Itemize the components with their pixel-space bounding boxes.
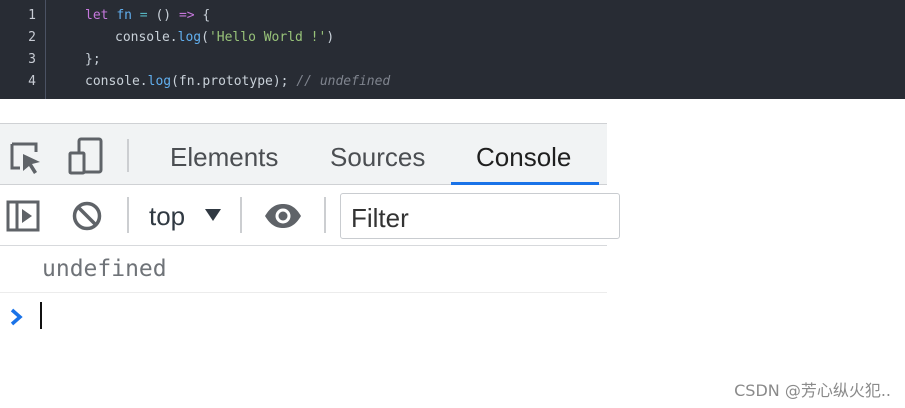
toolbar-divider [127, 139, 129, 172]
context-selector[interactable]: top [149, 199, 185, 233]
code-token: ( [201, 30, 209, 45]
text-cursor [40, 302, 42, 329]
live-expression-eye-icon[interactable] [264, 203, 302, 233]
code-token: console. [115, 30, 178, 45]
watermark: CSDN @芳心纵火犯.. [734, 381, 891, 400]
devtools-tab-bar: Elements Sources Console [0, 123, 607, 185]
code-token: console. [85, 74, 148, 89]
code-line: console.log(fn.prototype); // undefined [85, 71, 390, 93]
code-token: // undefined [296, 74, 391, 89]
code-line: let fn = () => { [85, 5, 210, 27]
code-token: { [194, 8, 211, 23]
line-number: 3 [28, 52, 36, 67]
show-sidebar-icon[interactable] [6, 199, 40, 237]
tab-elements[interactable]: Elements [170, 124, 278, 184]
code-token: ) [326, 30, 335, 45]
code-token: = [131, 8, 156, 23]
code-token: (fn.prototype); [171, 74, 297, 89]
code-token: () [155, 8, 179, 23]
devtools-panel: Elements Sources Console top Filter unde… [0, 123, 620, 294]
dropdown-arrow-icon[interactable] [204, 207, 222, 226]
line-number-gutter: 1 2 3 4 [0, 0, 46, 99]
console-message-row: undefined [0, 246, 607, 293]
toolbar-divider [324, 197, 326, 233]
code-token: => [178, 8, 195, 23]
clear-console-icon[interactable] [71, 200, 103, 236]
prompt-chevron-icon [9, 308, 23, 330]
console-output-value: undefined [42, 256, 167, 282]
code-token: let [85, 8, 117, 23]
code-token: log [147, 74, 172, 89]
line-number: 2 [28, 30, 36, 45]
line-number: 1 [28, 8, 36, 23]
filter-input[interactable] [340, 193, 620, 239]
tab-console[interactable]: Console [476, 124, 571, 184]
console-prompt[interactable] [0, 294, 607, 340]
console-toolbar: top [0, 185, 620, 246]
line-number: 4 [28, 74, 36, 89]
code-line: console.log('Hello World !') [115, 27, 334, 49]
inspect-element-icon[interactable] [9, 141, 43, 179]
code-token: }; [85, 52, 101, 67]
device-toolbar-icon[interactable] [68, 137, 104, 179]
code-token: fn [116, 8, 132, 23]
code-token: 'Hello World !' [208, 30, 327, 45]
tab-sources[interactable]: Sources [330, 124, 425, 184]
code-token: log [177, 30, 202, 45]
code-line: }; [85, 49, 101, 71]
toolbar-divider [127, 197, 129, 233]
toolbar-divider [240, 197, 242, 233]
code-block: 1 2 3 4 let fn = () => { console.log('He… [0, 0, 905, 99]
